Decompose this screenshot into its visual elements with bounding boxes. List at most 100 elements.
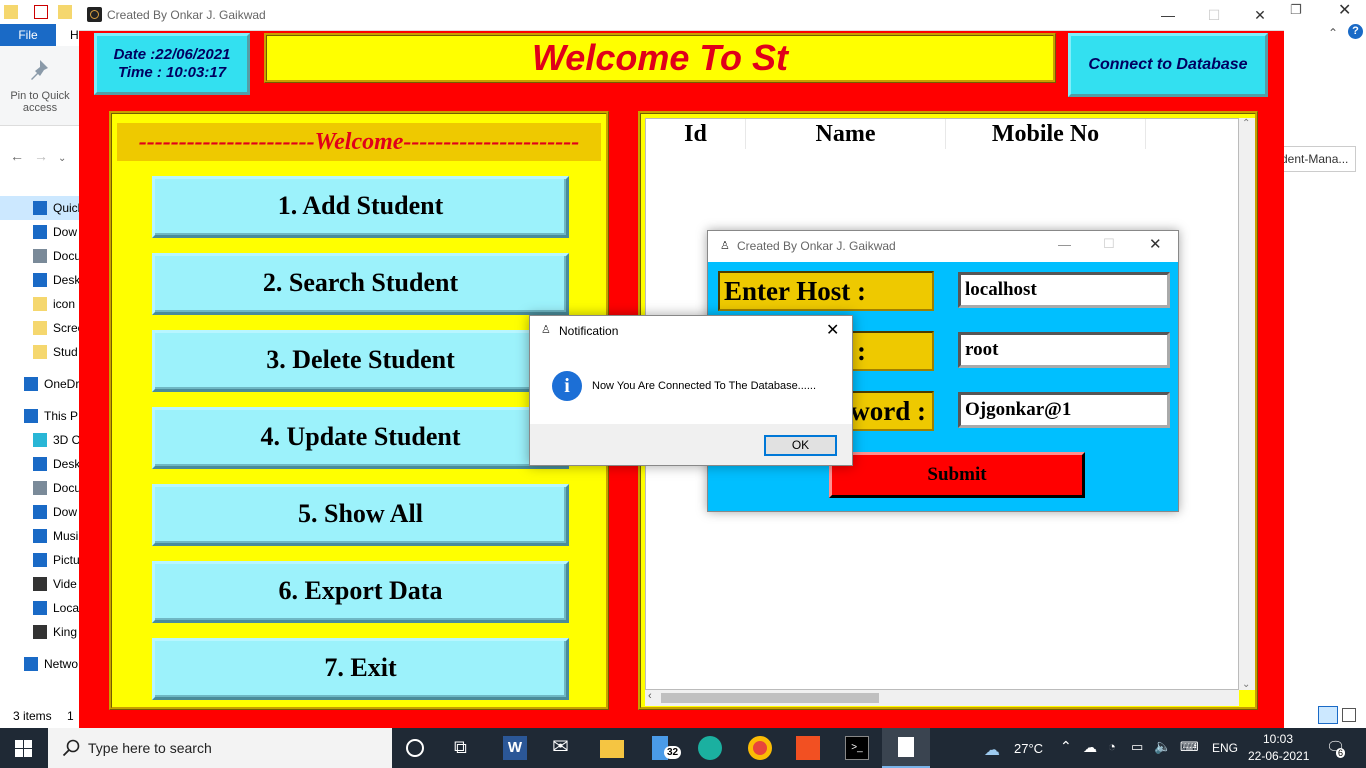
restore-icon[interactable]: ❐ — [1290, 2, 1302, 18]
pin-icon[interactable] — [28, 58, 50, 80]
column-header-mobile[interactable]: Mobile No — [946, 119, 1146, 149]
dialog-close-button[interactable]: ✕ — [1149, 235, 1162, 253]
tree-item-loca[interactable]: Loca — [0, 596, 80, 620]
tree-item-king[interactable]: King — [0, 620, 80, 644]
active-app-tab[interactable] — [882, 728, 930, 768]
column-header-id[interactable]: Id — [646, 119, 746, 149]
edge-icon[interactable] — [698, 736, 722, 760]
maximize-button[interactable]: ☐ — [1191, 4, 1237, 26]
task-view-icon[interactable]: ⧉ — [454, 737, 478, 761]
show-hidden-icons-icon[interactable]: ⌃ — [1060, 738, 1072, 755]
tree-item-pictu[interactable]: Pictu — [0, 548, 80, 572]
password-input[interactable]: Ojgonkar@1 — [958, 392, 1170, 428]
onedrive-icon[interactable]: ☁ — [1083, 739, 1097, 756]
submit-button[interactable]: Submit — [829, 452, 1085, 498]
navigation-tree: QuickDowDocuDeskiconScreeStudOneDrThis P… — [0, 196, 80, 676]
close-button[interactable]: ✕ — [1237, 4, 1283, 26]
wifi-icon[interactable]: ◔ — [1108, 739, 1116, 754]
taskbar-search-box[interactable]: Type here to search — [48, 728, 392, 768]
scroll-left-icon[interactable]: ‹ — [648, 690, 652, 702]
tree-item-this-p[interactable]: This P — [0, 404, 80, 428]
tree-item-desk[interactable]: Desk — [0, 268, 80, 292]
tree-item-desk[interactable]: Desk — [0, 452, 80, 476]
export-data-button[interactable]: 6. Export Data — [152, 561, 569, 623]
tree-item-docu[interactable]: Docu — [0, 244, 80, 268]
forward-icon[interactable]: → — [34, 148, 58, 164]
clock-date[interactable]: 22-06-2021 — [1248, 749, 1309, 763]
close-icon[interactable]: ✕ — [1338, 0, 1351, 20]
battery-icon[interactable]: ▭ — [1131, 739, 1143, 755]
weather-cloud-icon[interactable]: ☁ — [984, 740, 1000, 760]
tree-item-icon[interactable]: icon — [0, 292, 80, 316]
tree-item-stud[interactable]: Stud — [0, 340, 80, 364]
scroll-up-icon[interactable]: ⌃ — [1242, 118, 1250, 129]
user-input[interactable]: root — [958, 332, 1170, 368]
clock-time[interactable]: 10:03 — [1263, 732, 1293, 746]
tree-item-musi[interactable]: Musi — [0, 524, 80, 548]
connect-to-database-button[interactable]: Connect to Database — [1068, 33, 1268, 97]
dialog-maximize-button[interactable]: ☐ — [1103, 236, 1115, 252]
document-icon — [33, 481, 47, 495]
weather-temperature[interactable]: 27°C — [1014, 741, 1043, 756]
update-student-button[interactable]: 4. Update Student — [152, 407, 569, 469]
tree-item-docu[interactable]: Docu — [0, 476, 80, 500]
add-student-button[interactable]: 1. Add Student — [152, 176, 569, 238]
address-bar-partial[interactable]: dent-Mana... — [1276, 146, 1356, 172]
tree-item-vide[interactable]: Vide — [0, 572, 80, 596]
host-input[interactable]: localhost — [958, 272, 1170, 308]
notification-close-button[interactable]: ✕ — [826, 320, 839, 340]
exit-button[interactable]: 7. Exit — [152, 638, 569, 700]
show-all-button[interactable]: 5. Show All — [152, 484, 569, 546]
search-placeholder: Type here to search — [88, 740, 212, 756]
mail-icon[interactable]: ✉ — [552, 734, 576, 758]
start-button[interactable] — [0, 728, 48, 768]
file-tab[interactable]: File — [0, 24, 56, 46]
status-item-count: 3 items 1 — [13, 709, 74, 723]
nav-arrows[interactable]: ←→⌄ — [10, 148, 76, 164]
video-icon — [33, 577, 47, 591]
tree-item-scree[interactable]: Scree — [0, 316, 80, 340]
time-label: Time : 10:03:17 — [117, 64, 227, 81]
details-view-icon[interactable] — [1318, 706, 1338, 724]
pin-to-quick-access-label[interactable]: Pin to Quick access — [4, 90, 76, 114]
cortana-icon[interactable] — [406, 739, 424, 757]
language-indicator[interactable]: ENG — [1212, 741, 1238, 755]
chrome-icon[interactable] — [748, 736, 772, 760]
explorer-window-controls: ❐ ✕ ⌃ ? — [1284, 0, 1366, 46]
taskbar: Type here to search ⧉ W ✉ 32 >_ ☁ 27°C ⌃… — [0, 728, 1366, 768]
keyboard-icon[interactable]: ⌨ — [1180, 739, 1199, 755]
back-icon[interactable]: ← — [10, 148, 34, 164]
properties-icon[interactable] — [34, 5, 48, 19]
minimize-button[interactable]: — — [1145, 4, 1191, 26]
scroll-down-icon[interactable]: ⌄ — [1242, 679, 1250, 690]
volume-icon[interactable]: 🔈 — [1154, 738, 1171, 755]
search-student-button[interactable]: 2. Search Student — [152, 253, 569, 315]
notification-dialog: ♙ Notification ✕ i Now You Are Connected… — [529, 315, 853, 466]
word-icon[interactable]: W — [503, 736, 527, 760]
tree-item-netwo[interactable]: Netwo — [0, 652, 80, 676]
ok-button[interactable]: OK — [764, 435, 837, 456]
file-explorer-icon[interactable] — [600, 740, 624, 758]
vertical-scrollbar[interactable]: ⌃ ⌄ — [1239, 118, 1255, 690]
date-time-box: Date :22/06/2021 Time : 10:03:17 — [94, 33, 250, 95]
terminal-icon[interactable]: >_ — [845, 736, 869, 760]
delete-student-button[interactable]: 3. Delete Student — [152, 330, 569, 392]
folder-icon[interactable] — [4, 5, 18, 19]
recent-chevron-icon[interactable]: ⌄ — [58, 153, 76, 164]
large-icons-view-icon[interactable] — [1342, 708, 1356, 722]
tree-item-dow[interactable]: Dow — [0, 220, 80, 244]
home-tab[interactable]: H — [70, 28, 79, 42]
dialog-minimize-button[interactable]: — — [1058, 237, 1071, 252]
chevron-up-icon[interactable]: ⌃ — [1328, 26, 1338, 40]
tree-item-quick[interactable]: Quick — [0, 196, 80, 220]
horizontal-scrollbar[interactable]: ‹ — [645, 690, 1239, 706]
notification-message: Now You Are Connected To The Database...… — [592, 380, 817, 392]
tree-item-dow[interactable]: Dow — [0, 500, 80, 524]
help-icon[interactable]: ? — [1348, 24, 1363, 39]
horizontal-scroll-thumb[interactable] — [661, 693, 879, 703]
tree-item-3d-o[interactable]: 3D O — [0, 428, 80, 452]
column-header-name[interactable]: Name — [746, 119, 946, 149]
new-folder-icon[interactable] — [58, 5, 72, 19]
tree-item-onedr[interactable]: OneDr — [0, 372, 80, 396]
store-icon[interactable] — [796, 736, 820, 760]
